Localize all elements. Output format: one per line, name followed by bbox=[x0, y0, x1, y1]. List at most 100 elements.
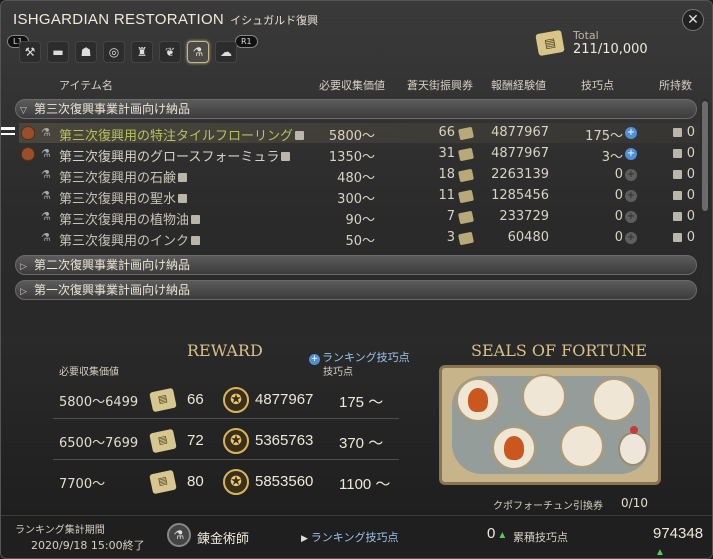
list-item[interactable]: ⚗ 第三次復興用の聖水 300～ 11 1285456 0 + 0 bbox=[19, 186, 699, 207]
category-third[interactable]: ▽ 第三次復興事業計画向け納品 bbox=[15, 99, 697, 119]
item-owned: 0 bbox=[686, 230, 695, 245]
list-item[interactable]: ⚗ 第三次復興用の特注タイルフローリング 5800～ 66 4877967 17… bbox=[19, 123, 699, 144]
category-label: 第二次復興事業計画向け納品 bbox=[34, 258, 191, 272]
collectable-cube-icon bbox=[191, 215, 201, 224]
collectable-cube-icon bbox=[191, 236, 201, 245]
scrollbar-thumb[interactable] bbox=[702, 101, 708, 211]
reward-title: REWARD bbox=[187, 341, 263, 360]
item-owned: 0 bbox=[686, 125, 695, 140]
item-skill: 0 bbox=[614, 230, 623, 245]
item-req: 5800～ bbox=[328, 129, 375, 144]
alchemy-icon: ⚗ bbox=[41, 168, 51, 181]
moogle-icon bbox=[618, 426, 648, 466]
alchemy-icon: ⚗ bbox=[41, 189, 51, 202]
leather-icon[interactable]: ❦ bbox=[159, 41, 181, 63]
scrip-ticket-icon: ▤ bbox=[149, 469, 177, 495]
collectable-cube-icon bbox=[178, 194, 188, 203]
exp-star-icon: ✪ bbox=[223, 428, 249, 454]
reward-exp: 4877967 bbox=[255, 391, 314, 408]
loom-icon[interactable]: ♜ bbox=[131, 41, 153, 63]
reward-skill: 175 ～ bbox=[339, 394, 384, 411]
alchemy-icon: ⚗ bbox=[41, 210, 51, 223]
window-subtitle: イシュガルド復興 bbox=[230, 14, 319, 27]
list-scrollbar[interactable] bbox=[701, 99, 709, 295]
item-name: 第三次復興用のインク bbox=[59, 230, 201, 249]
item-exp: 2263139 bbox=[491, 167, 549, 182]
list-item[interactable]: ⚗ 第三次復興用の石鹸 480～ 18 2263139 0 + 0 bbox=[19, 165, 699, 186]
alchemy-icon: ⚗ bbox=[41, 231, 51, 244]
ishgard-window: ISHGARDIAN RESTORATION イシュガルド復興 ✕ L1 R1 … bbox=[0, 0, 713, 559]
seal-caption: クポフォーチュン引換券 bbox=[493, 501, 603, 512]
ranking-plus-icon: + bbox=[625, 211, 637, 223]
item-req: 50～ bbox=[345, 234, 375, 249]
anvil-icon[interactable]: ▬ bbox=[47, 41, 69, 63]
list-item[interactable]: ⚗ 第三次復興用のインク 50～ 3 60480 0 + 0 bbox=[19, 228, 699, 249]
accumulated-skill-value: 974348▲ bbox=[653, 525, 704, 558]
alchemy-icon[interactable]: ⚗ bbox=[187, 41, 209, 63]
seal-slot-empty bbox=[522, 374, 566, 418]
item-exp: 1285456 bbox=[491, 188, 549, 203]
ranking-plus-icon: + bbox=[625, 169, 637, 181]
footer-ranking-value: 0 ▲ bbox=[487, 525, 508, 542]
up-arrow-icon: ▲ bbox=[497, 530, 508, 541]
item-req: 1350～ bbox=[328, 150, 375, 165]
collectable-cube-icon bbox=[281, 152, 291, 161]
chevron-right-icon: ▷ bbox=[20, 262, 27, 272]
item-exp: 4877967 bbox=[491, 146, 549, 161]
category-label: 第一次復興事業計画向け納品 bbox=[34, 283, 191, 297]
item-req: 90～ bbox=[345, 213, 375, 228]
item-skill: 175～ bbox=[585, 129, 623, 144]
list-item[interactable]: ⚗ 第三次復興用のグロースフォーミュラ 1350～ 31 4877967 3～ … bbox=[19, 144, 699, 165]
scrip-ticket-icon: ▤ bbox=[149, 428, 177, 454]
reward-skill-label: 技巧点 bbox=[323, 367, 353, 378]
seal-slot-empty bbox=[592, 378, 636, 422]
reward-range: 6500～7699 bbox=[59, 436, 139, 451]
scrip-ticket-icon bbox=[458, 189, 474, 204]
item-name: 第三次復興用のグロースフォーミュラ bbox=[59, 146, 291, 165]
col-owned: 所持数 bbox=[659, 79, 692, 92]
scrip-ticket-icon bbox=[458, 210, 474, 225]
item-scrip: 11 bbox=[438, 188, 455, 203]
item-exp: 233729 bbox=[499, 209, 549, 224]
item-req: 300～ bbox=[337, 192, 375, 207]
alchemist-job-icon: ⚗ bbox=[167, 523, 191, 547]
item-skill: 0 bbox=[614, 188, 623, 203]
item-name: 第三次復興用の石鹸 bbox=[59, 167, 188, 186]
reward-range: 7700～ bbox=[59, 477, 106, 492]
item-exp: 4877967 bbox=[491, 125, 549, 140]
reward-scrip: 66 bbox=[187, 391, 204, 408]
helmet-icon[interactable]: ☗ bbox=[75, 41, 97, 63]
window-title: ISHGARDIAN RESTORATION bbox=[13, 11, 225, 28]
item-exp: 60480 bbox=[507, 230, 549, 245]
seals-board[interactable] bbox=[439, 365, 661, 485]
reward-req-label: 必要収集価値 bbox=[59, 367, 119, 378]
item-scrip: 3 bbox=[446, 230, 455, 245]
accumulated-skill-label: 累積技巧点 bbox=[513, 531, 568, 544]
reward-row: 7700～ ▤ 80 ✪ 5853560 1100 ～ bbox=[53, 463, 399, 501]
bag-icon bbox=[21, 147, 35, 161]
category-first[interactable]: ▷ 第一次復興事業計画向け納品 bbox=[15, 280, 697, 300]
total-scrip: ▤ Total 211/10,000 bbox=[535, 29, 648, 57]
column-header: アイテム名 必要収集価値 蒼天街振興券 報酬経験値 技巧点 所持数 bbox=[1, 75, 712, 93]
chevron-right-icon: ▷ bbox=[20, 287, 27, 297]
collectable-cube-icon bbox=[178, 173, 188, 182]
reward-skill: 1100 ～ bbox=[339, 476, 391, 493]
ranking-plus-icon: + bbox=[625, 127, 637, 139]
category-second[interactable]: ▷ 第二次復興事業計画向け納品 bbox=[15, 255, 697, 275]
hammer-icon[interactable]: ⚒ bbox=[19, 41, 41, 63]
crossed-tools-icon[interactable]: ✕ bbox=[682, 9, 704, 31]
list-item[interactable]: ⚗ 第三次復興用の植物油 90～ 7 233729 0 + 0 bbox=[19, 207, 699, 228]
collectable-cube-icon bbox=[295, 131, 305, 140]
item-owned: 0 bbox=[686, 188, 695, 203]
scrip-ticket-icon bbox=[458, 168, 474, 183]
seal-slot-stamped bbox=[492, 426, 536, 470]
scrip-ticket-icon: ▤ bbox=[149, 387, 177, 413]
cooking-icon[interactable]: ☁ bbox=[215, 41, 237, 63]
reward-exp: 5853560 bbox=[255, 473, 314, 490]
footer-ranking-label: ▶ ランキング技巧点 bbox=[301, 531, 399, 544]
ring-icon[interactable]: ◎ bbox=[103, 41, 125, 63]
bag-icon bbox=[21, 126, 35, 140]
title-bar: ISHGARDIAN RESTORATION イシュガルド復興 bbox=[13, 11, 318, 33]
seal-slot-stamped bbox=[456, 378, 500, 422]
item-name: 第三次復興用の聖水 bbox=[59, 188, 188, 207]
